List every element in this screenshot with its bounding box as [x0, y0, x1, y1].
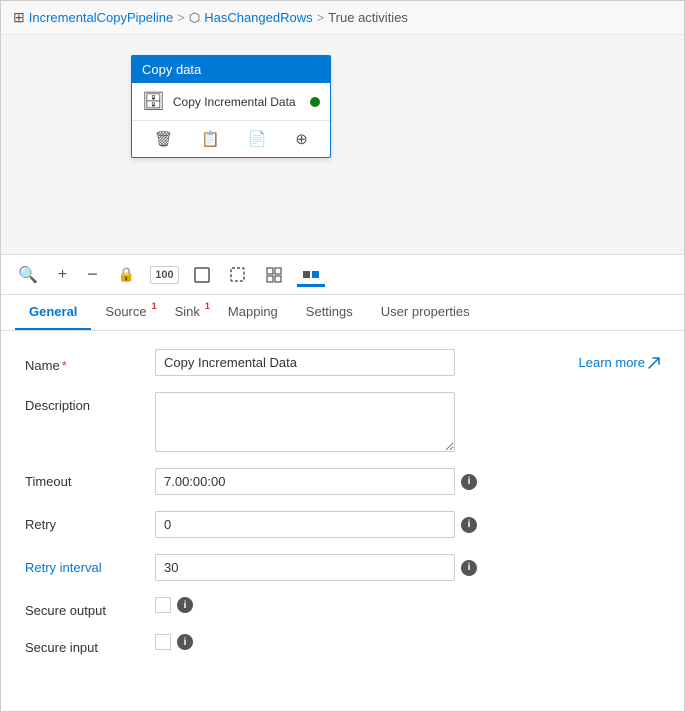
description-control-wrap: [155, 392, 660, 452]
secure-input-label: Secure input: [25, 634, 155, 655]
name-input[interactable]: [155, 349, 455, 376]
retry-interval-row: Retry interval i: [25, 554, 660, 581]
node-status-dot: [310, 97, 320, 107]
secure-input-row: Secure input i: [25, 634, 660, 655]
secure-output-label: Secure output: [25, 597, 155, 618]
retry-interval-control-wrap: i: [155, 554, 660, 581]
secure-output-control-wrap: i: [155, 597, 660, 613]
name-required: *: [62, 358, 67, 373]
description-textarea[interactable]: [155, 392, 455, 452]
fit-button[interactable]: [189, 264, 215, 286]
pipeline-node[interactable]: Copy data 🗄 Copy Incremental Data 🗑 📋 📄 …: [131, 55, 331, 158]
retry-input[interactable]: [155, 511, 455, 538]
node-clone-button[interactable]: 📄: [243, 127, 272, 151]
tab-general[interactable]: General: [15, 295, 91, 330]
toolbar-active-indicator: [297, 284, 325, 287]
name-row: Name* Learn more: [25, 349, 660, 376]
tab-user-properties[interactable]: User properties: [367, 295, 484, 330]
toolbar: 🔍 + − 🔒 100: [1, 255, 684, 295]
remove-button[interactable]: −: [82, 261, 103, 288]
tabs-bar: General Source 1 Sink 1 Mapping Settings…: [1, 295, 684, 331]
lock-button[interactable]: 🔒: [113, 263, 140, 286]
tab-settings[interactable]: Settings: [292, 295, 367, 330]
tab-source[interactable]: Source 1: [91, 295, 160, 330]
node-header: Copy data: [132, 56, 330, 83]
pipeline-icon: ⊞: [13, 9, 25, 26]
learn-more-link[interactable]: Learn more: [579, 355, 660, 370]
group-tool-wrap: [297, 263, 325, 287]
condition-icon: ⬡: [189, 10, 200, 26]
condition-label[interactable]: HasChangedRows: [204, 10, 312, 25]
breadcrumb-sep-1: >: [177, 10, 185, 25]
form-panel: Name* Learn more Description Timeout i: [1, 331, 684, 689]
retry-label: Retry: [25, 511, 155, 532]
node-copy-button[interactable]: 📋: [196, 127, 225, 151]
name-control-wrap: [155, 349, 555, 376]
retry-control-wrap: i: [155, 511, 660, 538]
node-body: 🗄 Copy Incremental Data: [132, 83, 330, 121]
description-row: Description: [25, 392, 660, 452]
add-button[interactable]: +: [53, 263, 72, 287]
select-button[interactable]: [225, 264, 251, 286]
branch-label: True activities: [328, 10, 408, 25]
timeout-control-wrap: i: [155, 468, 660, 495]
secure-output-info-icon[interactable]: i: [177, 597, 193, 613]
retry-info-icon[interactable]: i: [461, 517, 477, 533]
secure-output-row: Secure output i: [25, 597, 660, 618]
node-body-text: Copy Incremental Data: [173, 95, 302, 109]
timeout-info-icon[interactable]: i: [461, 474, 477, 490]
zoom-button[interactable]: 100: [150, 266, 178, 284]
secure-output-checkbox[interactable]: [155, 597, 171, 613]
timeout-row: Timeout i: [25, 468, 660, 495]
search-button[interactable]: 🔍: [13, 262, 43, 288]
source-badge: 1: [152, 301, 157, 311]
secure-input-control-wrap: i: [155, 634, 660, 650]
node-add-activity-button[interactable]: ⊕: [290, 127, 313, 151]
node-actions: 🗑 📋 📄 ⊕: [132, 121, 330, 157]
node-body-icon: 🗄: [142, 91, 165, 112]
secure-input-info-icon[interactable]: i: [177, 634, 193, 650]
retry-interval-input[interactable]: [155, 554, 455, 581]
secure-input-checkbox[interactable]: [155, 634, 171, 650]
tab-mapping[interactable]: Mapping: [214, 295, 292, 330]
timeout-label: Timeout: [25, 468, 155, 489]
description-label: Description: [25, 392, 155, 413]
retry-row: Retry i: [25, 511, 660, 538]
layout-button[interactable]: [261, 264, 287, 286]
retry-interval-info-icon[interactable]: i: [461, 560, 477, 576]
pipeline-label[interactable]: IncrementalCopyPipeline: [29, 10, 174, 25]
timeout-input[interactable]: [155, 468, 455, 495]
breadcrumb-sep-2: >: [317, 10, 325, 25]
tab-sink[interactable]: Sink 1: [161, 295, 214, 330]
node-delete-button[interactable]: 🗑: [149, 127, 178, 151]
retry-interval-label: Retry interval: [25, 554, 155, 575]
breadcrumb: ⊞ IncrementalCopyPipeline > ⬡ HasChanged…: [1, 1, 684, 35]
sink-badge: 1: [205, 301, 210, 311]
canvas-area: Copy data 🗄 Copy Incremental Data 🗑 📋 📄 …: [1, 35, 684, 255]
name-label: Name*: [25, 352, 155, 373]
